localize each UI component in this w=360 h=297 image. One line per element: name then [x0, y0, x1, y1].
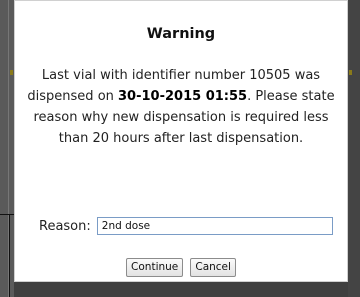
- background-accent: [349, 70, 352, 75]
- background-frame-edge: [9, 214, 10, 297]
- dialog-message: Last vial with identifier number 10505 w…: [21, 65, 341, 149]
- cancel-button[interactable]: Cancel: [190, 257, 236, 277]
- continue-button[interactable]: Continue: [126, 257, 184, 277]
- warning-dialog: Warning Last vial with identifier number…: [14, 0, 348, 282]
- dialog-title: Warning: [146, 26, 216, 42]
- background-left-panel: [0, 0, 14, 297]
- dialog-button-row: Continue Cancel: [15, 255, 347, 277]
- reason-label: Reason:: [39, 218, 91, 234]
- reason-input[interactable]: [96, 217, 333, 235]
- background-accent: [10, 70, 13, 75]
- reason-row: Reason:: [39, 216, 333, 236]
- background-right-panel: [348, 0, 360, 297]
- last-dispensation-timestamp: 30-10-2015 01:55: [118, 89, 248, 104]
